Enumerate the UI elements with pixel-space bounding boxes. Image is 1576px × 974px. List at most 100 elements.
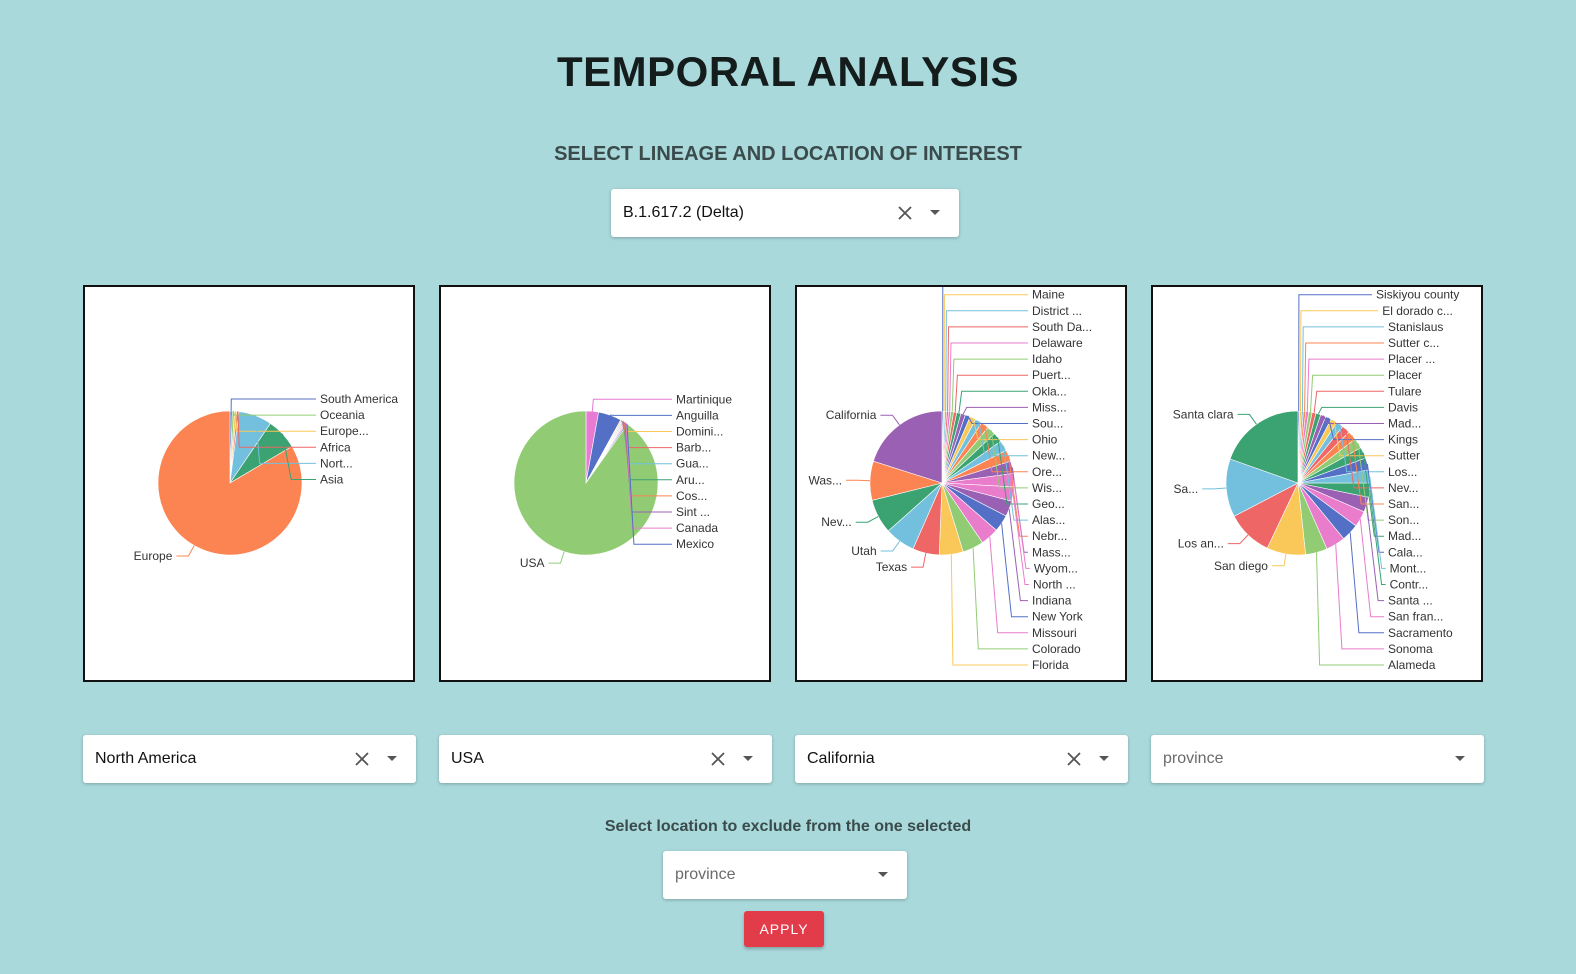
pie-slice-label: Son... (1388, 513, 1419, 527)
pie-slice-label: Europe (134, 549, 173, 563)
pie-label-line (951, 358, 1028, 412)
pie-slice-label: Ohio (1032, 433, 1058, 447)
pie-label-line (1298, 294, 1372, 412)
pie-slice-label: Africa (320, 440, 351, 454)
pie-slice-label: Santa clara (1173, 407, 1234, 421)
pie-label-line (880, 540, 901, 552)
pie-slice-label: Contr... (1390, 578, 1429, 592)
pie-chart-panel-province: Siskiyou county El dorado c... Stanislaus S… (1151, 285, 1483, 682)
pie-label-line (1001, 523, 1028, 618)
pie-slice-label: Idaho (1032, 352, 1062, 366)
pie-slice-label: Mad... (1388, 417, 1421, 431)
pie-label-line (1313, 390, 1384, 413)
pie-slice-label: South America (320, 392, 398, 406)
pie-slice-label: Santa ... (1388, 594, 1433, 608)
state-select[interactable]: California (795, 735, 1128, 783)
pie-slice-label: Wyom... (1034, 561, 1078, 575)
pie-label-line (958, 390, 1028, 414)
pie-slice-label: San diego (1214, 559, 1268, 573)
pie-label-line (1304, 342, 1384, 412)
pie-slice-label: Utah (851, 544, 876, 558)
exclude-select-placeholder: province (675, 866, 736, 883)
clear-icon[interactable] (1062, 747, 1086, 771)
pie-label-line (880, 414, 900, 426)
pie-label-line (1316, 552, 1384, 666)
pie-slice-label: USA (520, 556, 545, 570)
apply-button[interactable]: APPLY (744, 911, 824, 947)
pie-slice-10[interactable] (513, 410, 659, 556)
pie-label-line (1272, 553, 1287, 567)
exclude-select[interactable]: province (663, 851, 907, 899)
province-select[interactable]: province (1151, 735, 1484, 783)
pie-chart-continent: South America Oceania Europe... Africa Nort.… (134, 392, 399, 563)
pie-chart-panel-continent: South America Oceania Europe... Africa Nort.… (83, 285, 415, 682)
pie-slice-label: Davis (1388, 400, 1418, 414)
dropdown-arrow-icon[interactable] (871, 863, 895, 887)
pie-slice-label: Delaware (1032, 336, 1083, 350)
pie-slice-label: Mexico (676, 537, 714, 551)
pie-label-line (1310, 374, 1384, 413)
pie-slice-label: Canada (676, 521, 718, 535)
pie-slice-label: Kings (1388, 433, 1418, 447)
clear-icon[interactable] (350, 747, 374, 771)
continent-select[interactable]: North America (83, 735, 416, 783)
pie-slice-label: San... (1388, 497, 1419, 511)
dropdown-arrow-icon[interactable] (923, 201, 947, 225)
pie-slice-label: San fran... (1388, 610, 1443, 624)
pie-slice-label: Nebr... (1032, 529, 1067, 543)
pie-chart-state: Virgin IslandsMaineDistrict ...South Da.… (808, 287, 1092, 672)
pie-slice-label: Mont... (1390, 561, 1427, 575)
pie-slice-label: Missouri (1032, 626, 1077, 640)
pie-label-line (1237, 413, 1257, 425)
pie-label-line (1300, 310, 1379, 412)
pie-slice-label: Sacramento (1388, 626, 1453, 640)
pie-label-line (962, 406, 1028, 415)
pie-slice-label: New York (1032, 610, 1084, 624)
clear-icon[interactable] (706, 747, 730, 771)
pie-chart-country: Martinique Anguilla Domini... Barb... Gua...… (513, 392, 732, 570)
pie-label-line (548, 551, 565, 564)
page-title: TEMPORAL ANALYSIS (556, 48, 1019, 95)
pie-slice-label: Wis... (1032, 481, 1062, 495)
pie-label-line (954, 374, 1028, 413)
pie-slice-label: Miss... (1032, 400, 1067, 414)
pie-slice-label: Nev... (821, 515, 851, 529)
pie-slice-label: Mass... (1032, 545, 1071, 559)
pie-label-line (1011, 467, 1028, 553)
pie-label-line (947, 326, 1028, 412)
pie-slice-label: South Da... (1032, 320, 1092, 334)
pie-label-line (1317, 406, 1384, 415)
pie-slice-label: El dorado c... (1382, 304, 1453, 318)
pie-label-line (945, 310, 1028, 412)
pie-slice-label: Barb... (676, 441, 711, 455)
pie-label-line (1301, 326, 1384, 412)
country-select[interactable]: USA (439, 735, 772, 783)
pie-label-line (1306, 358, 1384, 412)
pie-slice-label: Domini... (676, 425, 723, 439)
lineage-select[interactable]: B.1.617.2 (Delta) (611, 189, 959, 237)
lineage-select-value: B.1.617.2 (Delta) (623, 204, 744, 221)
pie-slice-label: Sutter (1388, 449, 1420, 463)
province-select-placeholder: province (1163, 750, 1224, 767)
pie-slice-label: California (826, 408, 877, 422)
pie-label-line (1202, 487, 1227, 490)
pie-slice-label: Geo... (1032, 497, 1065, 511)
pie-label-line (942, 287, 944, 412)
pie-chart-province: Siskiyou county El dorado c... Stanislaus S… (1173, 288, 1460, 672)
pie-label-line (989, 536, 1028, 634)
pie-slice-label: Nort... (320, 456, 353, 470)
pie-slice-label: Los an... (1178, 537, 1224, 551)
pie-slice-label: Sonoma (1388, 642, 1433, 656)
pie-label-line (230, 398, 316, 412)
exclude-label: Select location to exclude from the one … (604, 818, 972, 835)
dropdown-arrow-icon[interactable] (380, 747, 404, 771)
pie-slice-label: District ... (1032, 304, 1082, 318)
pie-label-line (591, 398, 672, 412)
dropdown-arrow-icon[interactable] (1448, 747, 1472, 771)
pie-slice-label: New... (1032, 449, 1065, 463)
clear-icon[interactable] (893, 201, 917, 225)
pie-slice-label: Colorado (1032, 642, 1081, 656)
dropdown-arrow-icon[interactable] (1092, 747, 1116, 771)
pie-slice-label: Cala... (1388, 545, 1423, 559)
dropdown-arrow-icon[interactable] (736, 747, 760, 771)
